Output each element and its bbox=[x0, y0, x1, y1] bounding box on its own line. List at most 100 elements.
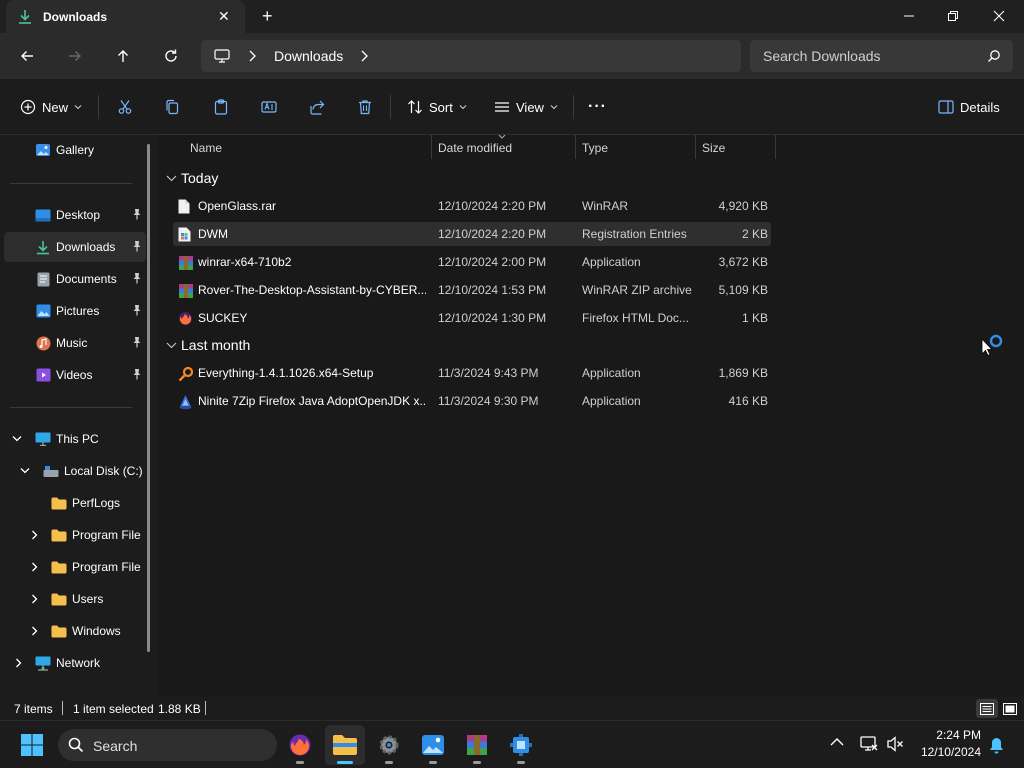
close-window-button[interactable] bbox=[976, 0, 1022, 32]
file-size: 416 KB bbox=[728, 394, 768, 408]
sidebar-item-perflogs[interactable]: PerfLogs bbox=[4, 488, 146, 518]
sidebar-item-gallery[interactable]: Gallery bbox=[4, 135, 146, 165]
tab-downloads[interactable]: Downloads ✕ bbox=[6, 0, 245, 33]
sidebar-label: Program File bbox=[72, 528, 141, 542]
sidebar-item-program-files[interactable]: Program File bbox=[4, 520, 146, 550]
column-date-header[interactable]: Date modified bbox=[438, 141, 512, 155]
sidebar-item-music[interactable]: Music bbox=[4, 328, 146, 358]
close-tab-icon[interactable]: ✕ bbox=[218, 8, 230, 25]
file-row[interactable]: Rover-The-Desktop-Assistant-by-CYBER... … bbox=[173, 278, 771, 302]
sidebar-item-pictures[interactable]: Pictures bbox=[4, 296, 146, 326]
restore-button[interactable] bbox=[930, 0, 976, 32]
view-button[interactable]: View bbox=[494, 93, 558, 121]
breadcrumb-downloads[interactable]: Downloads bbox=[274, 48, 343, 64]
back-button[interactable] bbox=[11, 41, 43, 71]
start-button[interactable] bbox=[12, 725, 52, 765]
search-icon[interactable] bbox=[987, 49, 1001, 63]
pin-icon[interactable] bbox=[132, 208, 142, 220]
pin-icon[interactable] bbox=[132, 336, 142, 348]
rename-icon bbox=[261, 99, 277, 115]
file-name: OpenGlass.rar bbox=[198, 199, 277, 213]
tiles-view-toggle[interactable] bbox=[1000, 699, 1020, 718]
details-button[interactable]: Details bbox=[938, 93, 1000, 121]
chevron-up-icon[interactable] bbox=[830, 737, 844, 746]
cut-button[interactable] bbox=[111, 93, 139, 121]
search-box[interactable]: Search Downloads bbox=[750, 40, 1013, 72]
pin-icon[interactable] bbox=[132, 368, 142, 380]
chevron-right-icon[interactable] bbox=[15, 658, 22, 668]
chevron-right-icon[interactable] bbox=[31, 562, 38, 572]
chevron-right-icon[interactable] bbox=[31, 626, 38, 636]
taskbar-winrar[interactable] bbox=[457, 725, 497, 765]
folder-icon bbox=[50, 623, 68, 639]
group-header-last-month[interactable]: Last month bbox=[166, 337, 250, 353]
column-type-header[interactable]: Type bbox=[582, 141, 608, 155]
new-tab-button[interactable]: + bbox=[262, 6, 273, 27]
chevron-right-icon[interactable] bbox=[31, 594, 38, 604]
chevron-down-icon bbox=[550, 104, 558, 110]
sidebar-item-desktop[interactable]: Desktop bbox=[4, 200, 146, 230]
sidebar-item-documents[interactable]: Documents bbox=[4, 264, 146, 294]
pin-icon[interactable] bbox=[132, 272, 142, 284]
sidebar-item-local-disk[interactable]: Local Disk (C:) bbox=[4, 456, 146, 486]
file-row[interactable]: Ninite 7Zip Firefox Java AdoptOpenJDK x.… bbox=[173, 389, 771, 413]
sidebar-label: This PC bbox=[56, 432, 99, 446]
sort-button[interactable]: Sort bbox=[407, 93, 467, 121]
scissors-icon bbox=[117, 99, 133, 115]
clock-time[interactable]: 2:24 PM bbox=[921, 728, 981, 742]
clock-date[interactable]: 12/10/2024 bbox=[911, 745, 981, 759]
taskbar-photos[interactable] bbox=[413, 725, 453, 765]
file-row[interactable]: OpenGlass.rar 12/10/2024 2:20 PM WinRAR … bbox=[173, 194, 771, 218]
chevron-right-icon[interactable] bbox=[31, 530, 38, 540]
taskbar-search[interactable]: Search bbox=[58, 729, 277, 761]
sidebar-scrollbar[interactable] bbox=[147, 144, 150, 652]
chevron-right-icon[interactable] bbox=[248, 50, 256, 62]
sidebar-item-network[interactable]: Network bbox=[4, 648, 146, 678]
sidebar-item-users[interactable]: Users bbox=[4, 584, 146, 614]
sidebar-item-program-files-x86[interactable]: Program File bbox=[4, 552, 146, 582]
volume-muted-icon[interactable] bbox=[886, 736, 904, 752]
chevron-down-icon[interactable] bbox=[12, 435, 22, 442]
chevron-right-icon[interactable] bbox=[360, 50, 368, 62]
up-button[interactable] bbox=[107, 41, 139, 71]
music-icon bbox=[34, 335, 52, 351]
network-status-icon[interactable] bbox=[860, 736, 878, 752]
copy-button[interactable] bbox=[158, 93, 186, 121]
sidebar-item-downloads[interactable]: Downloads bbox=[4, 232, 146, 262]
notification-bell-icon[interactable] bbox=[989, 737, 1004, 754]
taskbar-firefox[interactable] bbox=[280, 725, 320, 765]
delete-button[interactable] bbox=[351, 93, 379, 121]
file-row-selected[interactable]: DWM 12/10/2024 2:20 PM Registration Entr… bbox=[173, 222, 771, 246]
address-bar[interactable]: Downloads bbox=[201, 40, 741, 72]
taskbar-settings[interactable] bbox=[369, 725, 409, 765]
minimize-button[interactable] bbox=[886, 0, 932, 32]
sidebar-item-this-pc[interactable]: This PC bbox=[4, 424, 146, 454]
share-button[interactable] bbox=[303, 93, 331, 121]
sidebar-label: Windows bbox=[72, 624, 121, 638]
chevron-down-icon[interactable] bbox=[20, 467, 30, 474]
taskbar-file-explorer[interactable] bbox=[325, 725, 365, 765]
column-size-header[interactable]: Size bbox=[702, 141, 725, 155]
paste-button[interactable] bbox=[207, 93, 235, 121]
refresh-button[interactable] bbox=[155, 41, 187, 71]
new-button[interactable]: New bbox=[20, 93, 82, 121]
file-name: SUCKEY bbox=[198, 311, 248, 325]
more-options-button[interactable]: ··· bbox=[588, 93, 607, 121]
pin-icon[interactable] bbox=[132, 240, 142, 252]
column-name-header[interactable]: Name bbox=[190, 141, 222, 155]
rename-button[interactable] bbox=[255, 93, 283, 121]
pin-icon[interactable] bbox=[132, 304, 142, 316]
selection-size: 1.88 KB bbox=[158, 702, 201, 716]
file-row[interactable]: winrar-x64-710b2 12/10/2024 2:00 PM Appl… bbox=[173, 250, 771, 274]
sidebar-item-videos[interactable]: Videos bbox=[4, 360, 146, 390]
taskbar-app[interactable] bbox=[501, 725, 541, 765]
details-view-toggle[interactable] bbox=[976, 699, 998, 718]
file-row[interactable]: Everything-1.4.1.1026.x64-Setup 11/3/202… bbox=[173, 361, 771, 385]
forward-button[interactable] bbox=[59, 41, 91, 71]
folder-icon bbox=[50, 559, 68, 575]
divider bbox=[573, 95, 574, 119]
group-header-today[interactable]: Today bbox=[166, 170, 218, 186]
file-row[interactable]: SUCKEY 12/10/2024 1:30 PM Firefox HTML D… bbox=[173, 306, 771, 330]
sidebar-item-windows[interactable]: Windows bbox=[4, 616, 146, 646]
file-type: Application bbox=[582, 366, 641, 380]
